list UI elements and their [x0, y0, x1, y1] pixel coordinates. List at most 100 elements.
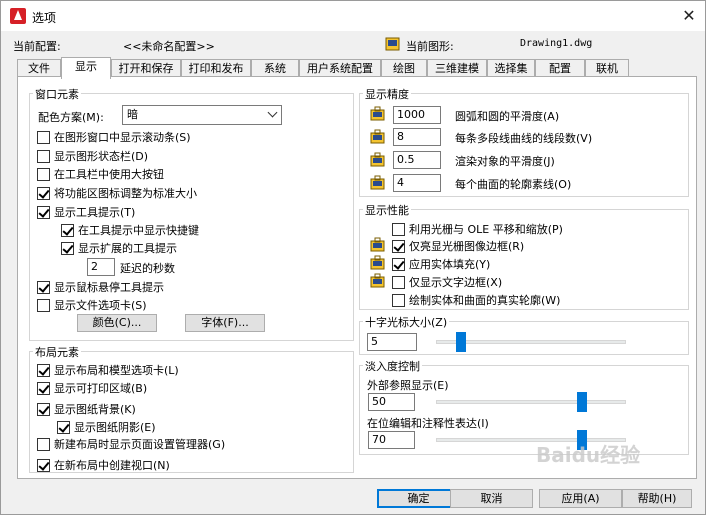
autocad-logo-icon — [10, 8, 26, 24]
checkbox-label: 在图形窗口中显示滚动条(S) — [54, 131, 191, 144]
checkbox-label: 在工具栏中使用大按钮 — [54, 168, 164, 181]
checkbox-box[interactable] — [37, 186, 50, 200]
colors-button[interactable]: 颜色(C)... — [77, 314, 157, 332]
checkbox-extended-tooltips[interactable]: 显示扩展的工具提示 — [61, 240, 177, 256]
checkbox-label: 仅显示文字边框(X) — [409, 276, 503, 289]
chevron-down-icon — [267, 107, 278, 118]
checkbox-text-boundary[interactable]: 仅显示文字边框(X) — [392, 274, 502, 290]
drawing-saved-setting-icon — [370, 255, 385, 270]
inplace-edit-label: 在位编辑和注释性表达(I) — [367, 417, 489, 430]
checkbox-box[interactable] — [37, 280, 50, 294]
checkbox-label: 在工具提示中显示快捷键 — [78, 224, 199, 237]
xref-display-slider-track[interactable] — [436, 400, 626, 404]
drawing-saved-setting-icon — [370, 106, 385, 121]
checkbox-label: 应用实体填充(Y) — [409, 258, 491, 271]
crosshair-size-slider-thumb[interactable] — [456, 332, 466, 352]
rendered-smoothness-input[interactable]: 0.5 — [393, 151, 441, 169]
display-resolution-title: 显示精度 — [363, 86, 411, 102]
close-icon[interactable]: ✕ — [677, 5, 701, 27]
checkbox-highlight-raster-frame[interactable]: 仅亮显光栅图像边框(R) — [392, 238, 524, 254]
window-elements-title: 窗口元素 — [33, 86, 81, 102]
checkbox-box[interactable] — [392, 222, 405, 236]
checkbox-label: 新建布局时显示页面设置管理器(G) — [54, 438, 226, 451]
drawing-saved-setting-icon — [370, 237, 385, 252]
checkbox-ribbon-icon-size[interactable]: 将功能区图标调整为标准大小 — [37, 185, 197, 201]
crosshair-size-title: 十字光标大小(Z) — [363, 314, 450, 330]
contour-lines-input[interactable]: 4 — [393, 174, 441, 192]
checkbox-paper-background[interactable]: 显示图纸背景(K) — [37, 401, 136, 417]
checkbox-create-viewport[interactable]: 在新布局中创建视口(N) — [37, 457, 170, 473]
checkbox-layout-model-tabs[interactable]: 显示布局和模型选项卡(L) — [37, 362, 179, 378]
checkbox-box[interactable] — [392, 275, 405, 289]
checkbox-label: 显示工具提示(T) — [54, 206, 136, 219]
crosshair-size-input[interactable]: 5 — [367, 333, 417, 351]
checkbox-page-setup-manager[interactable]: 新建布局时显示页面设置管理器(G) — [37, 436, 225, 452]
checkbox-large-buttons[interactable]: 在工具栏中使用大按钮 — [37, 166, 164, 182]
checkbox-box[interactable] — [57, 420, 70, 434]
checkbox-rollover-tooltips[interactable]: 显示鼠标悬停工具提示 — [37, 279, 164, 295]
checkbox-file-tabs[interactable]: 显示文件选项卡(S) — [37, 297, 147, 313]
drawing-file-icon — [385, 37, 400, 51]
checkbox-label: 仅亮显光栅图像边框(R) — [409, 240, 525, 253]
checkbox-label: 显示文件选项卡(S) — [54, 299, 147, 312]
checkbox-box[interactable] — [37, 149, 50, 163]
apply-button[interactable]: 应用(A) — [539, 489, 622, 508]
contour-lines-label: 每个曲面的轮廓素线(O) — [455, 178, 572, 191]
xref-display-input[interactable]: 50 — [368, 393, 415, 411]
checkbox-show-scrollbars[interactable]: 在图形窗口中显示滚动条(S) — [37, 129, 191, 145]
drawing-saved-setting-icon — [370, 129, 385, 144]
arc-smoothness-input[interactable]: 1000 — [393, 106, 441, 124]
tooltip-delay-label: 延迟的秒数 — [120, 262, 175, 275]
checkbox-label: 显示图纸背景(K) — [54, 403, 136, 416]
drawing-saved-setting-icon — [370, 152, 385, 167]
checkbox-paper-shadow[interactable]: 显示图纸阴影(E) — [57, 419, 156, 435]
checkbox-label: 将功能区图标调整为标准大小 — [54, 187, 197, 200]
cancel-button[interactable]: 取消 — [450, 489, 533, 508]
checkbox-show-tooltips[interactable]: 显示工具提示(T) — [37, 204, 135, 220]
inplace-edit-input[interactable]: 70 — [368, 431, 415, 449]
checkbox-true-silhouettes[interactable]: 绘制实体和曲面的真实轮廓(W) — [392, 292, 560, 308]
checkbox-box[interactable] — [392, 293, 405, 307]
display-tab-panel: 窗口元素 配色方案(M): 暗 在图形窗口中显示滚动条(S) 显示图形状态栏(D… — [17, 76, 697, 479]
ok-button[interactable]: 确定 — [377, 489, 460, 508]
checkbox-label: 显示图纸阴影(E) — [74, 421, 156, 434]
fonts-button[interactable]: 字体(F)... — [185, 314, 265, 332]
tooltip-delay-input[interactable]: 2 — [87, 258, 115, 276]
xref-display-label: 外部参照显示(E) — [367, 379, 449, 392]
color-scheme-dropdown[interactable]: 暗 — [122, 105, 282, 125]
layout-elements-title: 布局元素 — [33, 344, 81, 360]
polyline-segments-input[interactable]: 8 — [393, 128, 441, 146]
checkbox-show-status-bar[interactable]: 显示图形状态栏(D) — [37, 148, 148, 164]
checkbox-label: 显示可打印区域(B) — [54, 382, 148, 395]
checkbox-box[interactable] — [37, 402, 50, 416]
checkbox-box[interactable] — [37, 458, 50, 472]
checkbox-box[interactable] — [37, 381, 50, 395]
baidu-watermark: Baidu经验 — [536, 443, 641, 467]
checkbox-box[interactable] — [392, 239, 405, 253]
checkbox-shortcut-keys[interactable]: 在工具提示中显示快捷键 — [61, 222, 199, 238]
checkbox-pan-zoom-raster[interactable]: 利用光栅与 OLE 平移和缩放(P) — [392, 221, 563, 237]
checkbox-label: 显示图形状态栏(D) — [54, 150, 149, 163]
xref-display-slider-thumb[interactable] — [577, 392, 587, 412]
current-drawing-value: Drawing1.dwg — [520, 38, 593, 49]
checkbox-label: 在新布局中创建视口(N) — [54, 459, 170, 472]
checkbox-printable-area[interactable]: 显示可打印区域(B) — [37, 380, 147, 396]
checkbox-box[interactable] — [37, 437, 50, 451]
checkbox-label: 利用光栅与 OLE 平移和缩放(P) — [409, 223, 563, 236]
polyline-segments-label: 每条多段线曲线的线段数(V) — [455, 132, 593, 145]
drawing-saved-setting-icon — [370, 175, 385, 190]
tab-display[interactable]: 显示 — [61, 57, 111, 79]
checkbox-box[interactable] — [37, 298, 50, 312]
checkbox-solid-fill[interactable]: 应用实体填充(Y) — [392, 256, 490, 272]
current-profile-label: 当前配置: — [13, 40, 61, 53]
checkbox-box[interactable] — [61, 241, 74, 255]
help-button[interactable]: 帮助(H) — [622, 489, 692, 508]
color-scheme-label: 配色方案(M): — [38, 111, 104, 124]
checkbox-box[interactable] — [37, 167, 50, 181]
color-scheme-value: 暗 — [127, 108, 138, 121]
checkbox-box[interactable] — [61, 223, 74, 237]
checkbox-box[interactable] — [37, 363, 50, 377]
checkbox-box[interactable] — [392, 257, 405, 271]
checkbox-box[interactable] — [37, 130, 50, 144]
checkbox-box[interactable] — [37, 205, 50, 219]
